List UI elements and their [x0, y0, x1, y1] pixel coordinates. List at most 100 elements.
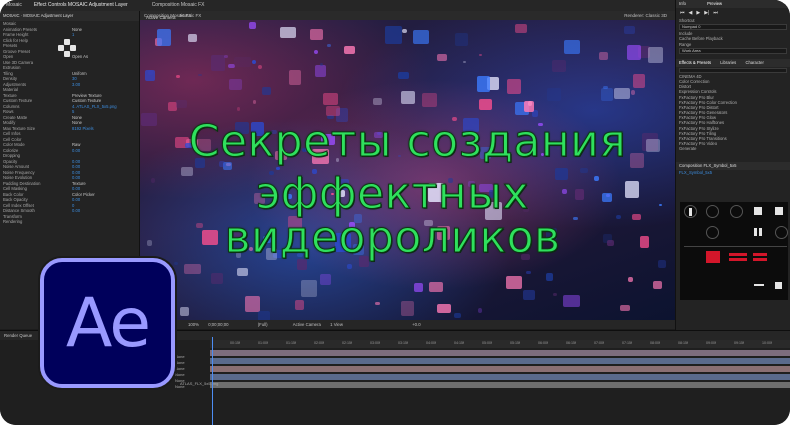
effect-property-label: Cell Index Offset: [3, 202, 34, 208]
viewer-tile: [252, 100, 257, 105]
viewer-tile: [294, 300, 305, 311]
range-label: Range: [679, 41, 692, 47]
comp-sub-label: FLX_Symbol_5x5: [679, 169, 713, 175]
effect-property-label: Modify: [3, 120, 16, 125]
play-icon[interactable]: ▶: [696, 10, 700, 16]
effects-category-item[interactable]: Generate: [676, 146, 790, 151]
viewer-tile: [478, 53, 483, 57]
track-bar[interactable]: [210, 358, 790, 364]
viewer-tile: [522, 290, 536, 301]
track-bar[interactable]: [210, 382, 790, 388]
viewer-tile: [546, 88, 562, 102]
effect-property-label: Groove Preset: [3, 48, 30, 54]
effect-property-label: Extrusion: [3, 65, 21, 70]
effects-tabs: Effects & Presets Libraries Character: [676, 58, 790, 67]
comp-tab[interactable]: Composition FLX_Symbol_5x5: [679, 163, 737, 168]
ruler-tick-label: 01:15f: [286, 341, 296, 345]
range-dropdown[interactable]: Work Area: [679, 47, 787, 54]
viewer-tile: [627, 44, 642, 60]
viewer-tile: [421, 93, 438, 108]
ruler-tick-label: 07:15f: [622, 341, 632, 345]
layer-tab[interactable]: Mosaic FX: [180, 11, 201, 20]
viewer-tile: [179, 306, 190, 316]
shortcut-dropdown[interactable]: Numpad 0: [679, 24, 787, 31]
viewer-tile: [375, 301, 381, 306]
viewer-tile: [322, 93, 338, 105]
effects-search-input[interactable]: [679, 67, 787, 73]
effect-property-label: Click for Help: [3, 37, 28, 43]
effect-property-label: Tiling: [3, 70, 13, 76]
viewer-tile: [258, 310, 271, 320]
viewer-tile: [176, 100, 188, 109]
exposure-offset[interactable]: +0.0: [412, 320, 420, 329]
after-effects-logo-text: Ae: [65, 283, 151, 363]
tab-preview[interactable]: Preview: [707, 1, 722, 6]
tab-composition[interactable]: Composition Mosaic FX: [146, 0, 211, 11]
ruler-tick-label: 03:15f: [398, 341, 408, 345]
viewer-timecode[interactable]: 0;00;00;00: [208, 320, 228, 329]
viewer-tile: [600, 87, 614, 102]
ruler-tick-label: 08:15f: [678, 341, 688, 345]
ruler-tick-label: 09:15f: [734, 341, 744, 345]
render-queue-tab[interactable]: Render Queue: [4, 333, 32, 338]
viewer-tile: [455, 32, 468, 47]
viewer-tile: [658, 260, 666, 268]
symbol-atlas-preview: [680, 202, 788, 300]
viewer-tile: [229, 79, 242, 91]
ruler-tick-label: 03:00f: [370, 341, 380, 345]
viewer-tile: [551, 60, 566, 72]
viewer-tile: [507, 79, 522, 94]
viewer-tile: [280, 27, 296, 38]
effect-property-label: Create Matte: [3, 114, 28, 120]
tab-info[interactable]: Info: [679, 1, 686, 6]
resolution-dropdown[interactable]: (Full): [258, 320, 268, 329]
effect-property-label: Columns: [3, 103, 20, 109]
viewer-tile: [198, 73, 203, 77]
playback-controls: ⏮ ◀ ▶ ▶| ⏭: [676, 8, 790, 18]
track-bar[interactable]: [210, 374, 790, 380]
viewer-tile: [346, 263, 352, 269]
tab-effect-controls[interactable]: Effect Controls MOSAIC Adjustment Layer: [28, 0, 134, 11]
next-frame-icon[interactable]: ▶|: [704, 10, 709, 16]
camera-dropdown[interactable]: Active Camera: [293, 320, 321, 329]
viewer-tile: [454, 312, 461, 319]
view-layout-dropdown[interactable]: 1 View: [330, 320, 343, 329]
tab-mosaic[interactable]: Mosaic: [0, 0, 28, 11]
ruler-tick-label: 06:15f: [566, 341, 576, 345]
viewer-tile: [237, 267, 248, 277]
viewer-tile: [384, 25, 402, 45]
viewer-tile: [437, 54, 448, 62]
effect-property-label: Back Opacity: [3, 197, 28, 202]
effect-property-label: Presets: [3, 43, 18, 48]
viewer-tile: [628, 277, 633, 283]
tab-effects-presets[interactable]: Effects & Presets: [679, 60, 711, 65]
ruler-tick-label: 04:00f: [426, 341, 436, 345]
first-frame-icon[interactable]: ⏮: [680, 10, 685, 16]
prev-frame-icon[interactable]: ◀: [689, 10, 693, 16]
zoom-dropdown[interactable]: 100%: [188, 320, 199, 329]
last-frame-icon[interactable]: ⏭: [713, 10, 718, 16]
viewer-toolbar: 100% 0;00;00;00 (Full) Active Camera 1 V…: [140, 320, 675, 329]
tab-libraries[interactable]: Libraries: [720, 60, 736, 65]
time-ruler[interactable]: 00:15f 01:00f 01:15f 02:00f 02:15f 03:00f 03:1…: [210, 340, 790, 348]
ruler-tick-label: 04:15f: [454, 341, 464, 345]
track-bar[interactable]: [210, 366, 790, 372]
tab-character[interactable]: Character: [745, 60, 763, 65]
viewer-tile: [400, 301, 415, 317]
viewer-tile: [156, 28, 172, 47]
track-bar[interactable]: [210, 350, 790, 356]
right-panels: Info Preview ⏮ ◀ ▶ ▶| ⏭ Shortcut Numpad …: [675, 0, 790, 330]
effect-property-label: Noise Frequency: [3, 169, 35, 175]
ruler-tick-label: 01:00f: [258, 341, 268, 345]
viewer-tile: [546, 273, 554, 282]
ruler-tick-label: 02:15f: [342, 341, 352, 345]
effect-property-label: Padding Destination: [3, 180, 41, 186]
effect-property-label: Max Texture Size: [3, 125, 36, 131]
viewer-tab-bar: Composition Mosaic FX Mosaic FX Renderer…: [140, 11, 675, 20]
viewer-tile: [613, 87, 631, 100]
viewer-tile: [552, 292, 558, 297]
viewer-tile: [630, 90, 636, 96]
effect-property-label: Opacity: [3, 158, 18, 164]
playhead[interactable]: [212, 337, 213, 425]
timeline-tracks[interactable]: 00:15f 01:00f 01:15f 02:00f 02:15f 03:00f 03:1…: [210, 340, 790, 425]
